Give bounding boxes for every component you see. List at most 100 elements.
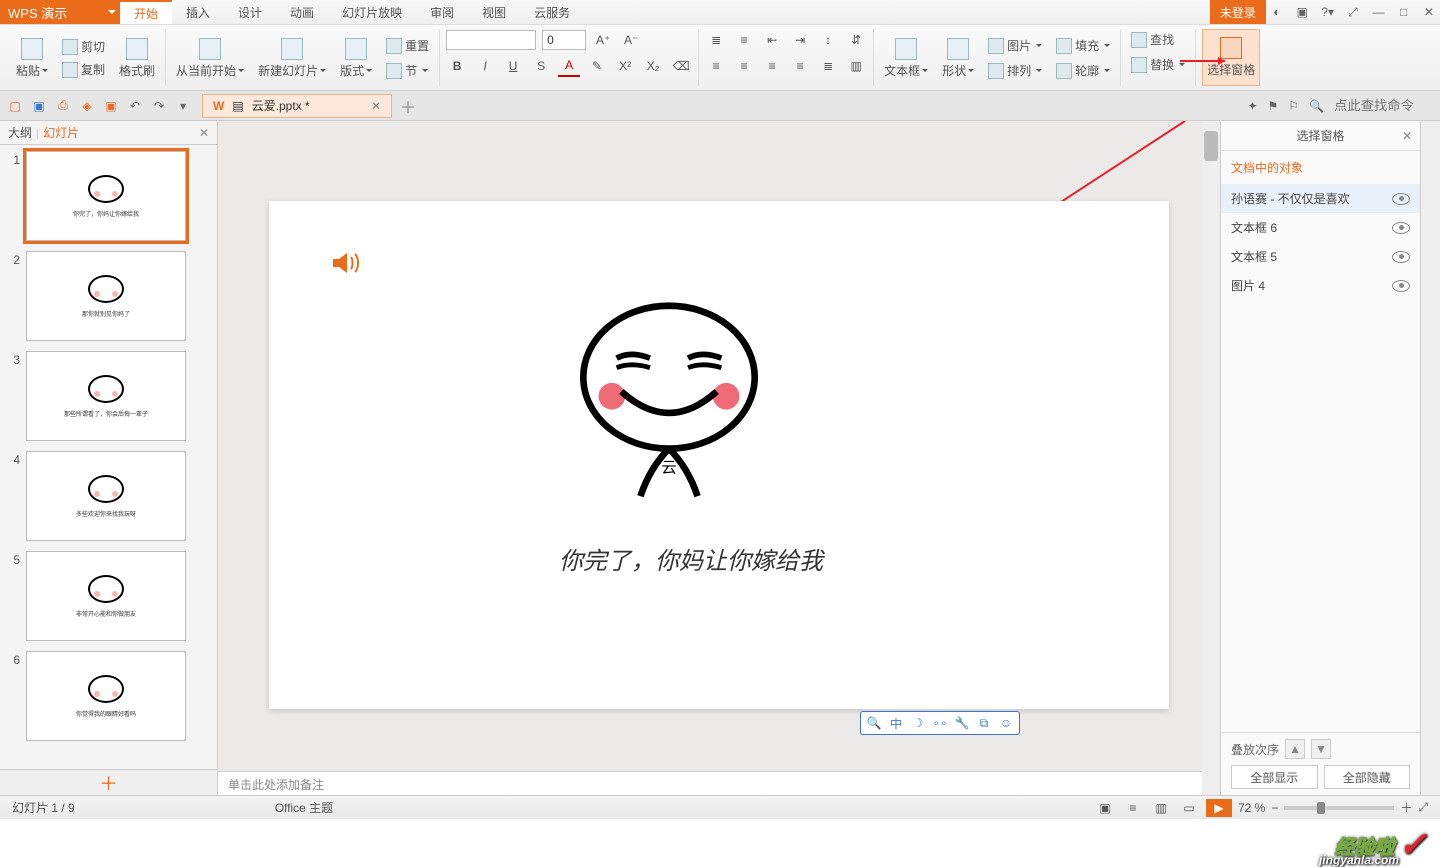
minimize-icon[interactable]: — [1367, 5, 1389, 19]
preview-icon[interactable]: ◈ [78, 97, 96, 115]
slide-canvas[interactable]: 云 你完了，你妈让你嫁给我 [269, 201, 1169, 709]
view-outline-icon[interactable]: ≡ [1122, 799, 1144, 817]
ft-dots-icon[interactable]: ∘∘ [932, 715, 948, 731]
bold-icon[interactable]: B [446, 55, 468, 77]
distribute-icon[interactable]: ≣ [817, 55, 839, 77]
ft-smile-icon[interactable]: ☺ [998, 715, 1014, 731]
login-badge[interactable]: 未登录 [1210, 0, 1266, 24]
eye-icon[interactable] [1392, 222, 1410, 234]
help-icon[interactable]: ?▾ [1317, 5, 1339, 19]
zoom-out-icon[interactable]: − [1271, 801, 1278, 815]
zoom-in-icon[interactable]: ＋ [1400, 799, 1412, 816]
line-space-icon[interactable]: ↕ [817, 29, 839, 51]
from-current-button[interactable]: 从当前开始 [172, 29, 248, 87]
shirt-icon[interactable]: ▣ [1291, 5, 1313, 19]
app-logo[interactable]: WPS 演示 [0, 0, 120, 24]
tab-review[interactable]: 审阅 [416, 0, 468, 24]
font-name-box[interactable] [446, 30, 536, 50]
tab-view[interactable]: 视图 [468, 0, 520, 24]
ft-cn-icon[interactable]: 中 [888, 715, 904, 731]
sound-icon[interactable] [329, 247, 361, 282]
layout-button[interactable]: 版式 [336, 29, 376, 87]
canvas-scroll[interactable]: 云 你完了，你妈让你嫁给我 [218, 121, 1220, 771]
tab-design[interactable]: 设计 [224, 0, 276, 24]
slide-thumb-3[interactable]: 那些所谓看了，你会后悔一辈子 [26, 351, 186, 441]
paste-button[interactable]: 粘贴 [12, 29, 52, 87]
tab-start[interactable]: 开始 [120, 0, 172, 24]
subscript-icon[interactable]: X₂ [642, 55, 664, 77]
underline-icon[interactable]: U [502, 55, 524, 77]
eye-icon[interactable] [1392, 193, 1410, 205]
ft-moon-icon[interactable]: ☽ [910, 715, 926, 731]
hide-all-button[interactable]: 全部隐藏 [1324, 765, 1411, 789]
ft-wrench-icon[interactable]: 🔧 [954, 715, 970, 731]
sel-close-icon[interactable]: ✕ [1402, 129, 1412, 143]
view-normal-icon[interactable]: ▣ [1094, 799, 1116, 817]
section-button[interactable]: 节 [382, 60, 433, 81]
face-image[interactable]: 云 [569, 301, 769, 504]
fill-button[interactable]: 填充 [1052, 35, 1114, 56]
fit-icon[interactable]: ⤢ [1418, 800, 1428, 815]
align-left-icon[interactable]: ≡ [705, 55, 727, 77]
italic-icon[interactable]: I [474, 55, 496, 77]
outline-button[interactable]: 轮廓 [1052, 60, 1114, 81]
font-color-icon[interactable]: A [558, 55, 580, 77]
format-brush-button[interactable]: 格式刷 [115, 29, 159, 87]
show-all-button[interactable]: 全部显示 [1231, 765, 1318, 789]
add-slide-button[interactable]: ＋ [0, 769, 217, 795]
numbering-icon[interactable]: ≡ [733, 29, 755, 51]
cut-button[interactable]: 剪切 [58, 36, 109, 57]
tab-anim[interactable]: 动画 [276, 0, 328, 24]
strike-icon[interactable]: S [530, 55, 552, 77]
nav-close-icon[interactable]: ✕ [199, 126, 209, 140]
ft-zoom-icon[interactable]: 🔍 [866, 715, 882, 731]
flag2-icon[interactable]: ⚐ [1288, 99, 1299, 113]
zoom-slider[interactable] [1284, 806, 1394, 810]
close-icon[interactable]: ✕ [1418, 5, 1440, 19]
layer-up-button[interactable]: ▲ [1285, 739, 1305, 759]
right-sidebar-strip[interactable] [1420, 121, 1440, 795]
align-justify-icon[interactable]: ≡ [789, 55, 811, 77]
new-tab-button[interactable]: ＋ [400, 94, 416, 118]
sel-item-audio[interactable]: 孙语赛 - 不仅仅是喜欢 [1221, 184, 1420, 213]
eye-icon[interactable] [1392, 251, 1410, 263]
tab-cloud[interactable]: 云服务 [520, 0, 584, 24]
highlight-icon[interactable]: ✎ [586, 55, 608, 77]
align-center-icon[interactable]: ≡ [733, 55, 755, 77]
notes-input[interactable]: 单击此处添加备注 [218, 771, 1220, 795]
copy-button[interactable]: 复制 [58, 59, 109, 80]
slide-caption[interactable]: 你完了，你妈让你嫁给我 [559, 541, 823, 576]
clear-format-icon[interactable]: ⌫ [670, 55, 692, 77]
superscript-icon[interactable]: X² [614, 55, 636, 77]
save-icon[interactable]: ▣ [30, 97, 48, 115]
doc-close-icon[interactable]: ✕ [371, 99, 381, 113]
image-button[interactable]: 图片 [984, 35, 1046, 56]
columns-icon[interactable]: ▥ [845, 55, 867, 77]
pdf-icon[interactable]: ▣ [102, 97, 120, 115]
eye-icon[interactable] [1392, 280, 1410, 292]
textbox-button[interactable]: 文本框 [880, 29, 932, 87]
qa-dropdown-icon[interactable]: ▾ [174, 97, 192, 115]
search-command-input[interactable] [1334, 98, 1434, 113]
collapse-ribbon-icon[interactable]: ⤢ [1342, 5, 1364, 20]
indent-icon[interactable]: ⇥ [789, 29, 811, 51]
replace-button[interactable]: 替换 [1127, 54, 1189, 75]
layer-down-button[interactable]: ▼ [1311, 739, 1331, 759]
slide-thumb-4[interactable]: 多些欢迎你来找我玩呀 [26, 451, 186, 541]
pin-icon[interactable]: ✦ [1247, 99, 1257, 113]
slideshow-button[interactable]: ▶ [1206, 799, 1232, 817]
flag-icon[interactable]: ⚑ [1268, 99, 1279, 113]
slide-thumb-1[interactable]: 你完了，你妈让你嫁给我 [26, 151, 186, 241]
grow-font-icon[interactable]: A⁺ [592, 29, 614, 51]
editor-vscroll[interactable] [1202, 121, 1220, 795]
tab-show[interactable]: 幻灯片放映 [328, 0, 416, 24]
tab-insert[interactable]: 插入 [172, 0, 224, 24]
view-sorter-icon[interactable]: ▥ [1150, 799, 1172, 817]
arrange-button[interactable]: 排列 [984, 60, 1046, 81]
view-reading-icon[interactable]: ▭ [1178, 799, 1200, 817]
reset-button[interactable]: 重置 [382, 35, 433, 56]
thumb-list[interactable]: 1你完了，你妈让你嫁给我 2那你就别见你妈了 3那些所谓看了，你会后悔一辈子 4… [0, 145, 217, 769]
slide-thumb-5[interactable]: 非常开心能和你做朋友 [26, 551, 186, 641]
ft-copy-icon[interactable]: ⧉ [976, 715, 992, 731]
skin-icon[interactable]: ◐ [1266, 5, 1288, 19]
